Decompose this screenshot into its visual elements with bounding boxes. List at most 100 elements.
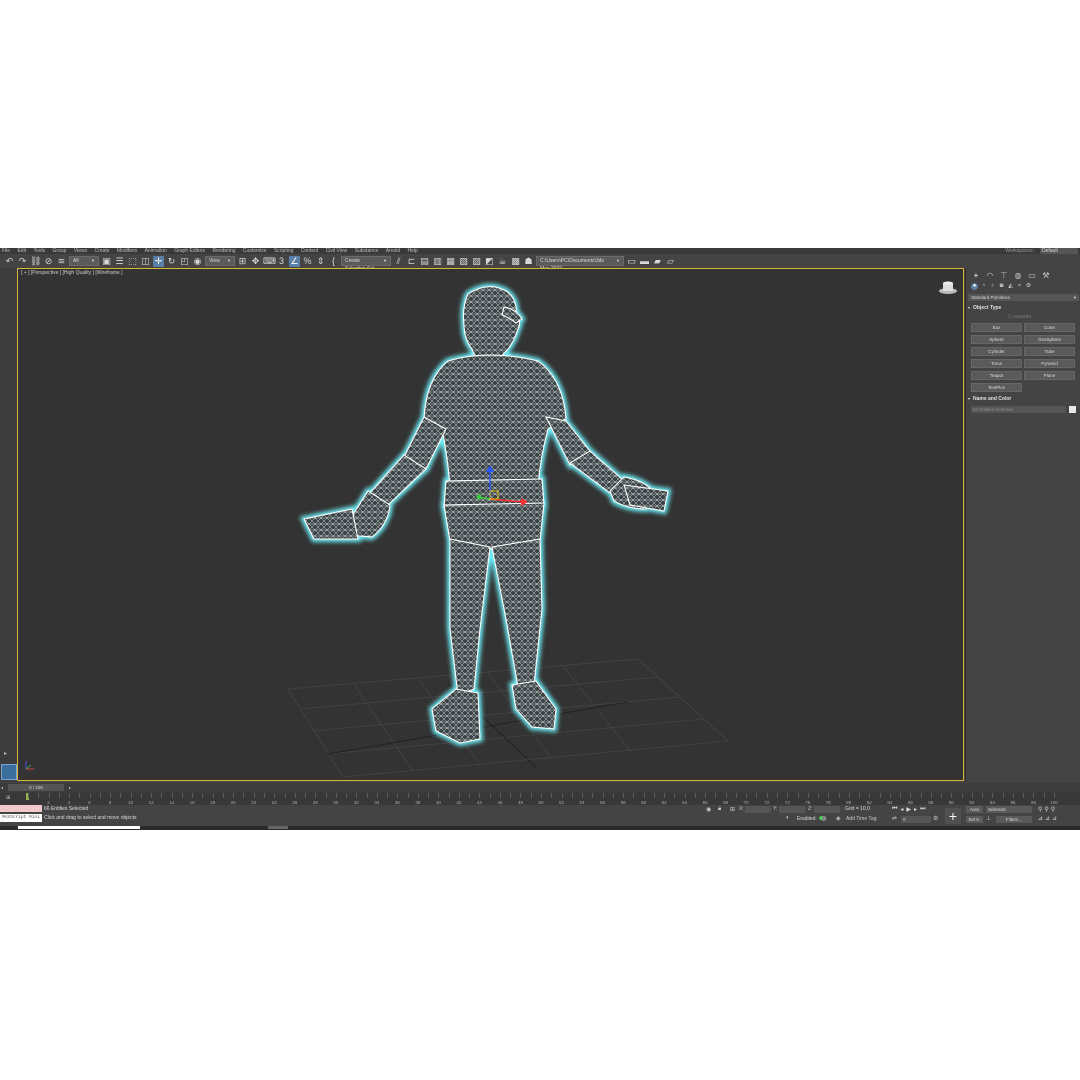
spacewarps-icon[interactable]: ≈ <box>1016 283 1023 290</box>
toggle-scene-explorer-icon[interactable]: ▤ <box>419 256 430 267</box>
unlink-icon[interactable]: ⊘ <box>43 256 54 267</box>
selection-filter-dropdown[interactable]: All ▼ <box>69 256 99 266</box>
select-place-icon[interactable]: ◉ <box>192 256 203 267</box>
window-crossing-icon[interactable]: ◫ <box>140 256 151 267</box>
left-hand-tips-mesh[interactable] <box>303 508 359 540</box>
set-key-big-icon[interactable]: + <box>945 808 961 824</box>
select-rotate-icon[interactable]: ↻ <box>166 256 177 267</box>
rect-selection-icon[interactable]: ⬚ <box>127 256 138 267</box>
autogrid-checkbox[interactable]: ☐ AutoGrid <box>1008 314 1080 320</box>
spinner-snap-icon[interactable]: ⇕ <box>315 256 326 267</box>
project-create-icon[interactable]: ▰ <box>652 256 663 267</box>
set-key-button[interactable]: Set K. <box>966 816 983 823</box>
select-scale-icon[interactable]: ◰ <box>179 256 190 267</box>
systems-icon[interactable]: ⚙ <box>1025 283 1032 290</box>
next-frame-icon[interactable]: ▸ <box>914 806 917 813</box>
track-bar[interactable]: ⊞ 2 4 6 8 10 12 14 16 18 20 22 24 26 28 30 32 34 36 38 40 42… <box>0 793 1080 805</box>
go-to-start-icon[interactable]: ⏮ <box>892 806 897 813</box>
right-leg-mesh[interactable] <box>491 538 543 688</box>
primitive-textplus-button[interactable]: TextPlus <box>971 383 1022 392</box>
project-path-dropdown[interactable]: C:\Users\PC\Documents\3ds Max 2022 ▼ <box>536 256 624 268</box>
selection-lock-icon[interactable]: 🔒︎ <box>718 806 721 813</box>
key-tangent-icon[interactable]: ⊥ <box>986 815 991 822</box>
curve-editor-icon[interactable]: ▧ <box>458 256 469 267</box>
key-mode-icon[interactable]: ⇌ <box>892 815 897 822</box>
primitive-sphere-button[interactable]: Sphere <box>971 335 1022 344</box>
select-move-icon[interactable]: ✛ <box>153 255 164 267</box>
zoom-icons[interactable]: ⚲⚲⚲ <box>1038 806 1057 813</box>
select-by-name-icon[interactable]: ☰ <box>114 256 125 267</box>
primitive-box-button[interactable]: Box <box>971 323 1022 332</box>
pivot-center-icon[interactable]: ⊞ <box>237 256 248 267</box>
object-type-rollout[interactable]: ▾ Object Type <box>968 305 1079 311</box>
play-icon[interactable]: ▶ <box>906 806 911 813</box>
primitive-pyramid-button[interactable]: Pyramid <box>1024 359 1075 368</box>
current-frame-field[interactable]: 0 <box>901 816 931 823</box>
reference-coord-dropdown[interactable]: View ▼ <box>205 256 235 266</box>
time-config-icon[interactable]: ◍ <box>821 815 826 822</box>
time-slider[interactable]: ◂ 0 / 100 ▸ <box>1 784 71 791</box>
project-folder-icon[interactable]: ▭ <box>626 256 637 267</box>
schematic-view-icon[interactable]: ▨ <box>471 256 482 267</box>
add-time-tag[interactable]: Add Time Tag <box>846 816 876 822</box>
link-icon[interactable]: ⛓ <box>30 256 41 267</box>
object-color-swatch[interactable] <box>1069 406 1076 413</box>
render-setup-icon[interactable]: ☕ <box>497 256 508 267</box>
absolute-mode-icon[interactable]: ⊞ <box>730 806 735 813</box>
enabled-toggle[interactable]: Enabled: <box>797 816 823 822</box>
edit-named-selection-icon[interactable]: { <box>328 256 339 267</box>
name-color-rollout[interactable]: ▾ Name and Color <box>968 396 1079 402</box>
shapes-icon[interactable]: ◔ <box>980 283 987 290</box>
x-coord-field[interactable] <box>745 806 771 813</box>
primitive-category-dropdown[interactable]: Standard Primitives ▾ <box>968 294 1079 301</box>
primitive-cylinder-button[interactable]: Cylinder <box>971 347 1022 356</box>
chevron-right-icon[interactable]: ▸ <box>4 750 7 757</box>
z-coord-field[interactable] <box>814 806 840 813</box>
time-configuration-icon[interactable]: ⚙ <box>933 815 938 822</box>
display-tab-icon[interactable]: ▭ <box>1027 271 1037 280</box>
snaps-toggle-icon[interactable]: 3 <box>276 256 287 267</box>
geometry-icon[interactable]: ● <box>971 283 978 290</box>
primitive-cone-button[interactable]: Cone <box>1024 323 1075 332</box>
viewport-layout-tab[interactable] <box>1 764 17 780</box>
maxscript-listener-output[interactable] <box>0 805 42 812</box>
align-icon[interactable]: ⊏ <box>406 256 417 267</box>
y-coord-field[interactable] <box>779 806 805 813</box>
wireframe-character[interactable] <box>303 286 669 744</box>
right-shoe-mesh[interactable] <box>511 680 557 730</box>
utilities-tab-icon[interactable]: ⚒ <box>1041 271 1051 280</box>
perspective-viewport[interactable]: [ + ] [Perspective ] [High Quality ] [Wi… <box>17 268 964 781</box>
bind-spacewarp-icon[interactable]: ≋ <box>56 256 67 267</box>
motion-tab-icon[interactable]: ◍ <box>1013 271 1023 280</box>
percent-snap-icon[interactable]: % <box>302 256 313 267</box>
key-filters-button[interactable]: Filters... <box>996 816 1032 823</box>
chevron-left-icon[interactable]: ◂ <box>1 784 3 791</box>
create-tab-icon[interactable]: + <box>971 271 981 280</box>
key-filter-dropdown[interactable]: Selected <box>986 806 1032 813</box>
toggle-ribbon-icon[interactable]: ▦ <box>445 256 456 267</box>
render-production-icon[interactable]: ☗ <box>523 256 534 267</box>
time-tag-icon[interactable]: ◈ <box>836 815 841 822</box>
project-settings-icon[interactable]: ▱ <box>665 256 676 267</box>
cameras-icon[interactable]: ◙ <box>998 283 1005 290</box>
material-editor-icon[interactable]: ◩ <box>484 256 495 267</box>
key-icon[interactable]: ⊞ <box>6 795 10 801</box>
lights-icon[interactable]: ♁ <box>989 283 996 290</box>
selection-set-dropdown[interactable]: Create Selection Set ▼ <box>341 256 391 268</box>
viewcube-icon[interactable] <box>939 281 957 295</box>
helpers-icon[interactable]: ◭ <box>1007 283 1014 290</box>
pan-orbit-icons[interactable]: ⊿⊿⊿ <box>1038 815 1059 822</box>
mirror-icon[interactable]: ⫽ <box>393 256 404 267</box>
go-to-end-icon[interactable]: ⏭ <box>920 806 925 813</box>
isolate-icon[interactable]: ◉ <box>706 806 711 813</box>
angle-snap-icon[interactable]: ∠ <box>289 255 300 267</box>
primitive-torus-button[interactable]: Torus <box>971 359 1022 368</box>
object-name-field[interactable]: 66 Entities Selected <box>971 406 1066 413</box>
adaptive-degradation-icon[interactable]: ◐ <box>786 815 790 821</box>
project-open-icon[interactable]: ▬ <box>639 256 650 267</box>
primitive-tube-button[interactable]: Tube <box>1024 347 1075 356</box>
keyboard-shortcut-icon[interactable]: ⌨ <box>263 256 276 267</box>
render-frame-icon[interactable]: ▩ <box>510 256 521 267</box>
undo-icon[interactable]: ↶ <box>4 256 15 267</box>
maxscript-mini-listener[interactable]: MAXScript Mini <box>0 814 42 822</box>
